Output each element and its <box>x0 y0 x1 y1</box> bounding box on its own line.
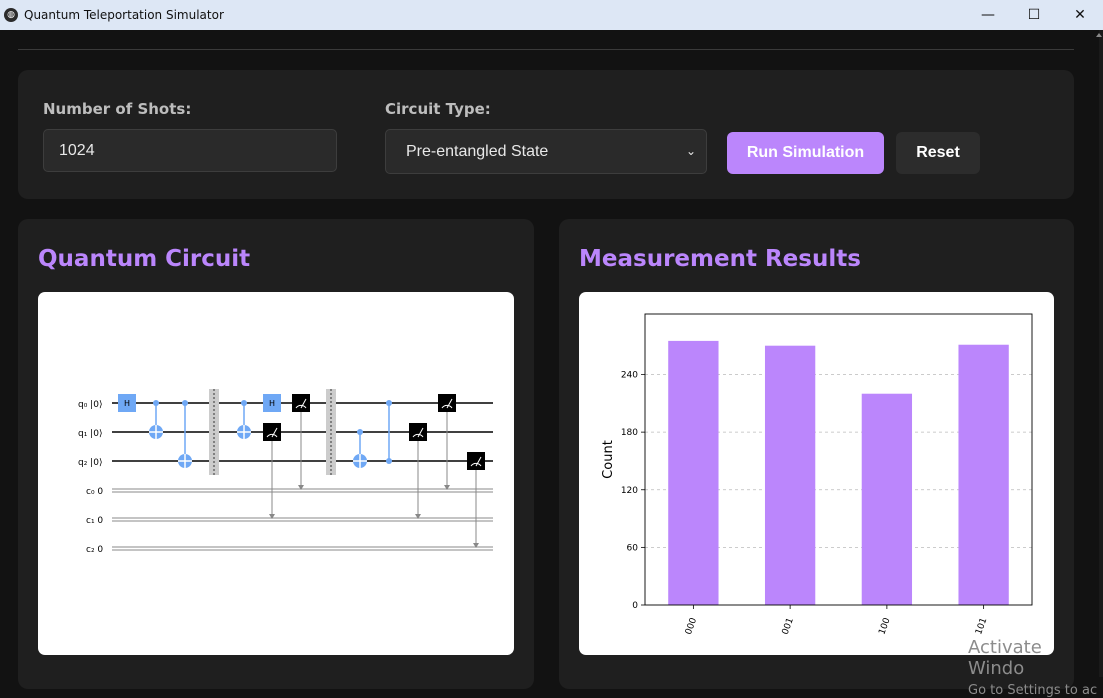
y-tick-label: 60 <box>627 543 639 553</box>
qubit-label-2: q₂ |0⟩ <box>78 458 102 468</box>
minimize-button[interactable]: — <box>965 0 1011 30</box>
clbit-label-1: c₁ 0 <box>86 516 103 526</box>
bar <box>668 340 719 605</box>
h-gate-label: H <box>269 399 275 408</box>
measure-gate <box>467 452 485 470</box>
reset-button[interactable]: Reset <box>896 132 980 174</box>
watermark-line2: Go to Settings to ac <box>968 683 1098 698</box>
qubit-label-0: q₀ |0⟩ <box>78 400 102 410</box>
measure-gate <box>263 423 281 441</box>
qubit-label-1: q₁ |0⟩ <box>78 429 102 439</box>
globe-icon: ◍ <box>4 8 18 22</box>
clbit-label-2: c₂ 0 <box>86 545 103 555</box>
circuit-panel: Quantum Circuit q₀ |0⟩ q₁ |0⟩ q₂ |0⟩ c₀ … <box>18 219 534 689</box>
x-tick-label: 000 <box>684 616 699 636</box>
circuit-type-value: Pre-entangled State <box>406 142 549 160</box>
shots-label: Number of Shots: <box>43 100 192 118</box>
results-chart: 0 60 120 180 240 000 001 100 101 Count <box>579 292 1054 655</box>
measure-gate <box>292 394 310 412</box>
y-tick-label: 120 <box>621 486 638 496</box>
circuit-type-label: Circuit Type: <box>385 100 491 118</box>
bar-chart-svg: 0 60 120 180 240 000 001 100 101 Count <box>601 313 1033 637</box>
chevron-down-icon: ⌄ <box>685 144 696 158</box>
scroll-up-arrow-icon[interactable] <box>1096 33 1102 37</box>
maximize-button[interactable]: ☐ <box>1011 0 1057 30</box>
window-titlebar: ◍ Quantum Teleportation Simulator — ☐ ✕ <box>0 0 1103 30</box>
measure-gate <box>438 394 456 412</box>
measure-gate <box>409 423 427 441</box>
x-tick-label: 100 <box>877 616 892 636</box>
run-simulation-button[interactable]: Run Simulation <box>727 132 884 174</box>
activation-watermark: Activate Windo Go to Settings to ac <box>968 637 1103 698</box>
x-tick-label: 101 <box>974 617 989 637</box>
window-controls: — ☐ ✕ <box>965 0 1103 30</box>
y-tick-label: 180 <box>621 428 638 438</box>
y-tick-label: 240 <box>621 371 638 381</box>
h-gate-label: H <box>124 399 130 408</box>
bar <box>764 345 816 605</box>
close-button[interactable]: ✕ <box>1057 0 1103 30</box>
window-title: Quantum Teleportation Simulator <box>24 8 224 22</box>
x-tick-label: 001 <box>781 617 796 637</box>
watermark-line1: Activate Windo <box>968 637 1042 679</box>
control-panel: Number of Shots: Circuit Type: Pre-entan… <box>18 70 1074 199</box>
circuit-svg: q₀ |0⟩ q₁ |0⟩ q₂ |0⟩ c₀ 0 c₁ 0 c₂ 0 H H <box>78 389 493 555</box>
header-divider <box>18 49 1074 50</box>
y-axis-label: Count <box>601 440 616 479</box>
circuit-diagram: q₀ |0⟩ q₁ |0⟩ q₂ |0⟩ c₀ 0 c₁ 0 c₂ 0 H H <box>38 292 514 655</box>
shots-input[interactable] <box>43 129 337 172</box>
scrollbar[interactable] <box>1099 30 1103 677</box>
clbit-label-0: c₀ 0 <box>86 487 103 497</box>
y-tick-label: 0 <box>632 601 638 611</box>
results-panel-title: Measurement Results <box>579 246 861 272</box>
bar <box>958 344 1009 605</box>
circuit-type-select[interactable]: Pre-entangled State ⌄ <box>385 129 707 174</box>
results-panel: Measurement Results 0 60 120 180 240 000 001 10… <box>559 219 1074 689</box>
circuit-panel-title: Quantum Circuit <box>38 246 251 272</box>
bar <box>861 393 913 605</box>
